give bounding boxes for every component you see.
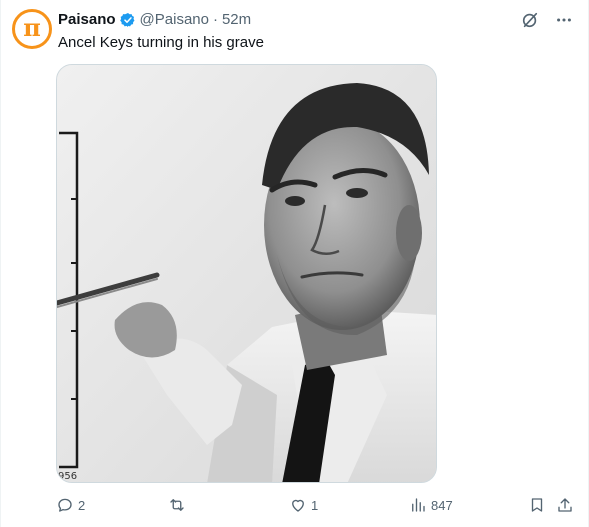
author-handle[interactable]: @Paisano (140, 10, 209, 30)
reply-button[interactable]: 2 (56, 494, 85, 516)
grok-icon[interactable] (520, 10, 540, 30)
tweet-photo[interactable]: 956 (56, 64, 437, 483)
timestamp[interactable]: 52m (222, 10, 251, 30)
more-icon[interactable] (554, 10, 574, 30)
tweet-text: Ancel Keys turning in his grave (58, 34, 264, 51)
bookmark-icon (531, 498, 543, 512)
top-actions (520, 10, 574, 30)
bookmark-button[interactable] (528, 494, 546, 516)
avatar[interactable]: π (12, 9, 52, 49)
avatar-glyph: π (23, 13, 41, 42)
repost-button[interactable] (168, 494, 190, 516)
like-count: 1 (311, 497, 319, 513)
reply-count: 2 (78, 497, 86, 513)
tweet-actions: 2 1 847 (56, 494, 577, 516)
tweet-header: Paisano @Paisano · 52m (58, 10, 251, 30)
verified-badge-icon (119, 13, 134, 27)
repost-icon (170, 499, 184, 511)
photo-chart-label: 956 (58, 471, 77, 482)
share-icon (558, 498, 572, 512)
photo-illustration: 956 (57, 65, 436, 482)
heart-icon (292, 499, 304, 512)
like-button[interactable]: 1 (289, 494, 318, 516)
author-name[interactable]: Paisano (58, 10, 116, 30)
reply-icon (58, 498, 72, 512)
separator-dot: · (212, 11, 218, 28)
tweet-card[interactable]: π Paisano @Paisano · 52m Ancel Keys turn… (0, 0, 589, 527)
share-button[interactable] (556, 494, 574, 516)
views-chart-icon (412, 498, 425, 512)
views-count: 847 (431, 497, 453, 513)
views-button[interactable]: 847 (409, 494, 453, 516)
